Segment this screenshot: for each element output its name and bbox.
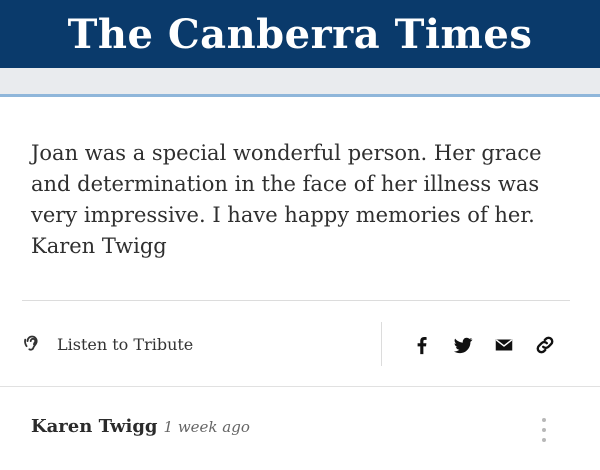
ear-icon xyxy=(22,331,44,357)
site-logo-title[interactable]: The Canberra Times xyxy=(68,11,533,58)
twitter-icon[interactable] xyxy=(451,333,475,357)
listen-label: Listen to Tribute xyxy=(57,334,194,354)
masthead: The Canberra Times xyxy=(0,0,600,68)
comment-header: Karen Twigg 1 week ago xyxy=(31,416,250,437)
more-options-icon[interactable] xyxy=(538,418,550,442)
kebab-dot xyxy=(542,428,546,432)
share-bar xyxy=(410,333,557,357)
listen-to-tribute-button[interactable]: Listen to Tribute xyxy=(22,330,193,358)
email-icon[interactable] xyxy=(492,333,516,357)
content-divider xyxy=(22,300,570,301)
comment-author: Karen Twigg xyxy=(31,416,158,437)
comment-timestamp: 1 week ago xyxy=(163,418,250,436)
actions-separator xyxy=(381,322,382,366)
kebab-dot xyxy=(542,418,546,422)
link-icon[interactable] xyxy=(533,333,557,357)
header-band xyxy=(0,68,600,94)
comment-divider xyxy=(0,386,600,387)
kebab-dot xyxy=(542,438,546,442)
accent-rule xyxy=(0,94,600,97)
facebook-icon[interactable] xyxy=(410,333,434,357)
tribute-message: Joan was a special wonderful person. Her… xyxy=(31,141,542,258)
